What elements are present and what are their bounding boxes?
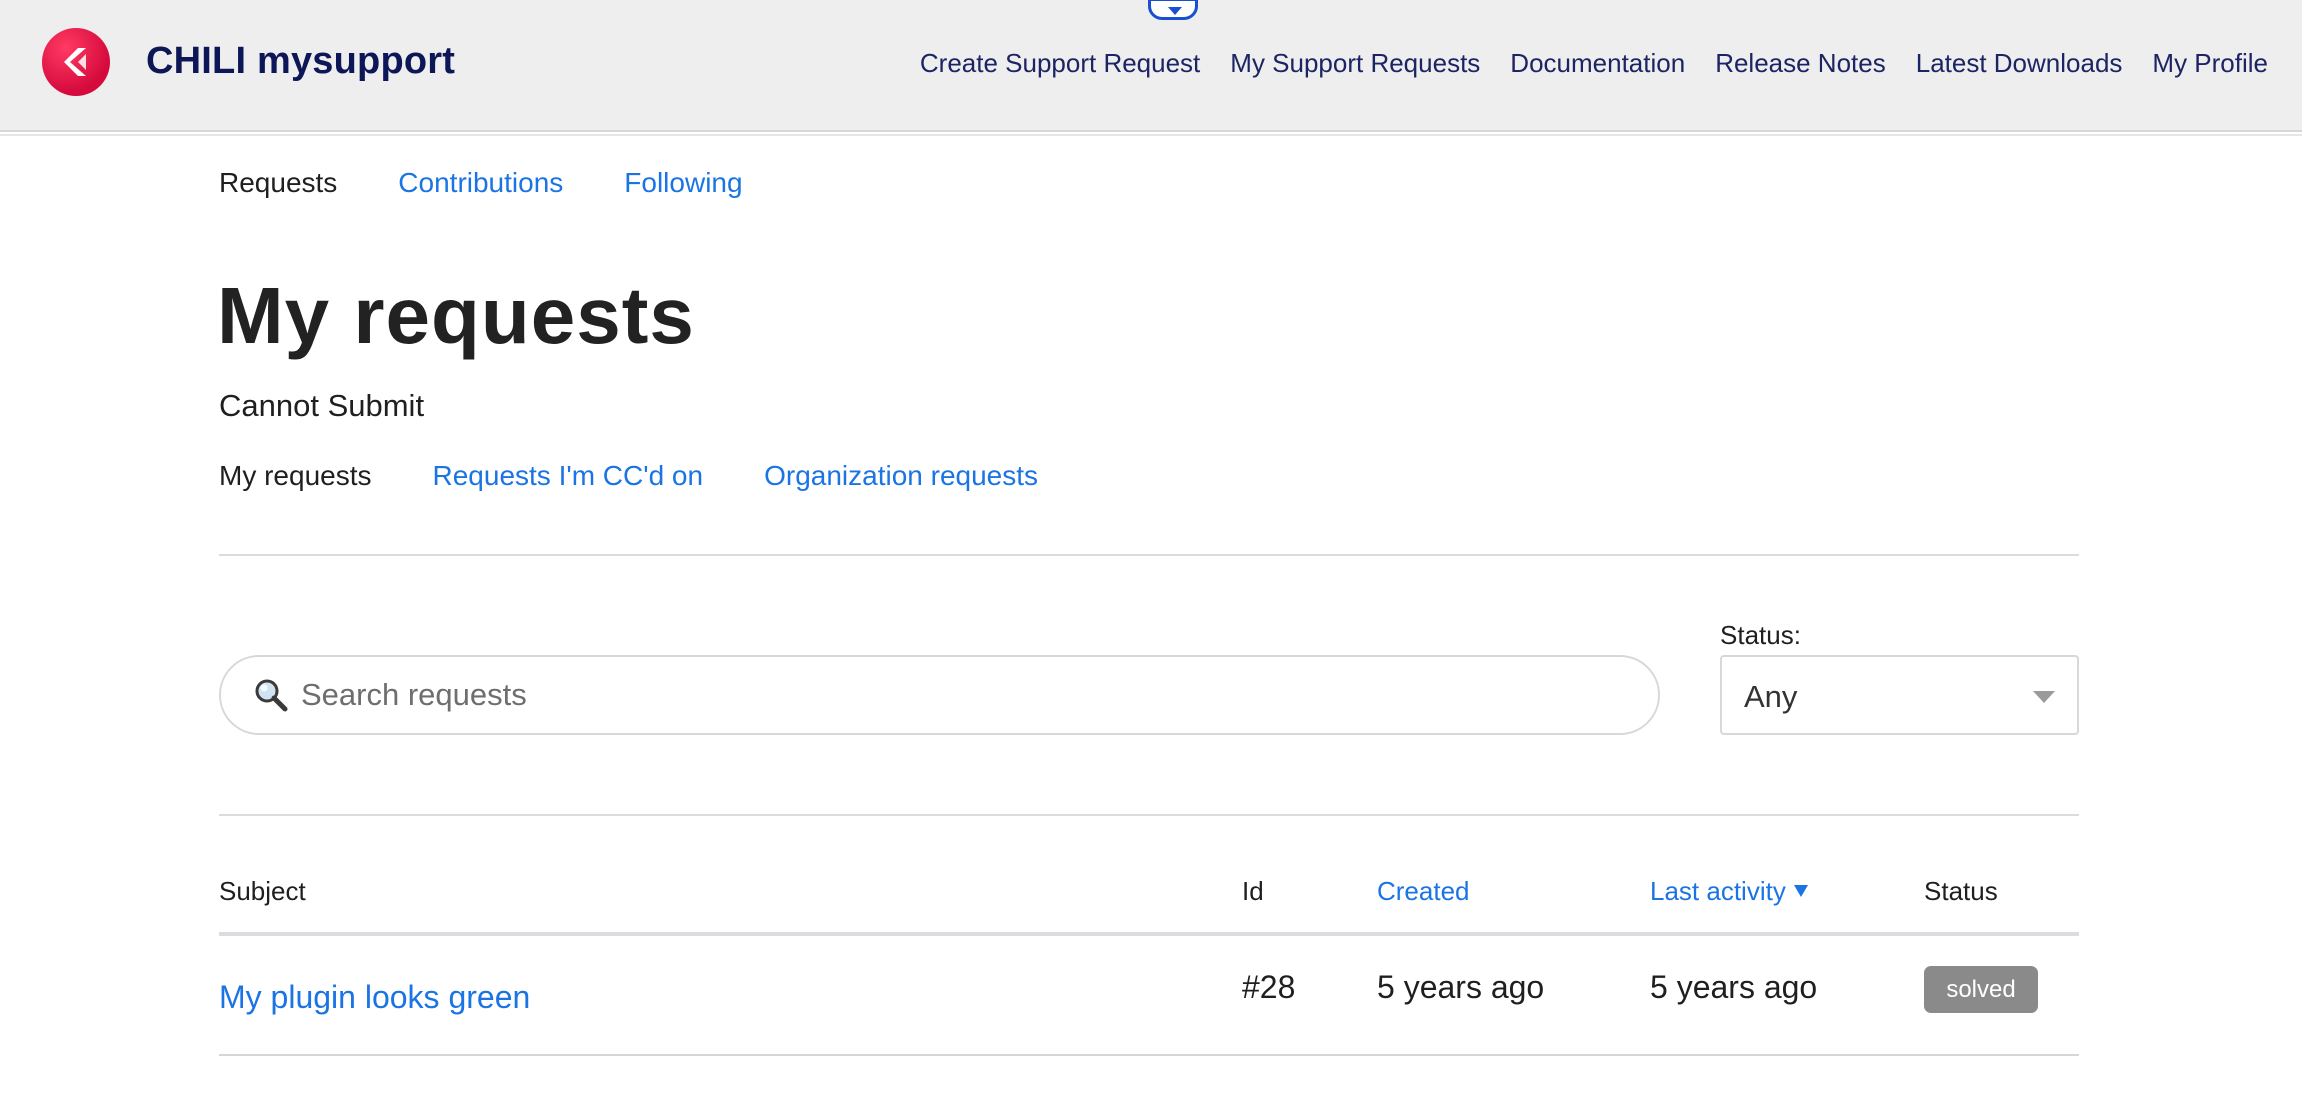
search-box[interactable] [219,655,1660,735]
subnav-following[interactable]: Following [624,167,742,199]
column-header-subject: Subject [219,876,306,906]
page-subtitle: Cannot Submit [219,388,425,423]
nav-documentation[interactable]: Documentation [1510,48,1685,79]
site-header: CHILI mysupport Create Support Request M… [0,0,2302,132]
request-created: 5 years ago [1377,969,1545,1005]
chevron-down-icon [1168,7,1182,15]
status-label: Status: [1720,620,1801,650]
header-divider [0,134,2302,136]
status-select-value: Any [1744,679,1798,714]
table-header-divider [219,932,2079,936]
collapse-toggle[interactable] [1148,0,1198,20]
nav-release-notes[interactable]: Release Notes [1715,48,1886,79]
request-filter-tabs: My requests Requests I'm CC'd on Organiz… [219,460,1038,492]
chevron-down-icon [2033,691,2055,703]
nav-my-profile[interactable]: My Profile [2152,48,2268,79]
magnifier-icon [255,679,288,712]
status-select[interactable]: Any [1720,655,2079,735]
chili-logo-mark-icon [64,48,86,76]
column-header-last-activity[interactable]: Last activity [1650,876,1808,907]
request-id: #28 [1242,969,1296,1005]
page-title: My requests [217,271,695,360]
request-subject-link[interactable]: My plugin looks green [219,979,530,1016]
subnav-requests: Requests [219,167,338,198]
column-header-id: Id [1242,876,1264,906]
tab-my-requests: My requests [219,460,372,491]
tab-cc-requests[interactable]: Requests I'm CC'd on [433,460,704,492]
brand-name[interactable]: CHILI mysupport [146,40,455,83]
section-divider [219,554,2079,556]
nav-latest-downloads[interactable]: Latest Downloads [1916,48,2123,79]
activity-subnav: Requests Contributions Following [219,167,743,199]
sort-desc-icon [1793,885,1808,897]
column-header-status: Status [1924,876,1998,906]
status-badge: solved [1924,966,2038,1013]
table-top-divider [219,814,2079,816]
nav-my-support-requests[interactable]: My Support Requests [1230,48,1480,79]
column-header-last-activity-label: Last activity [1650,876,1786,906]
request-last-activity: 5 years ago [1650,969,1818,1005]
tab-organization-requests[interactable]: Organization requests [764,460,1038,492]
top-nav: Create Support Request My Support Reques… [920,48,2268,79]
nav-create-support-request[interactable]: Create Support Request [920,48,1200,79]
subnav-contributions[interactable]: Contributions [398,167,563,199]
search-input[interactable] [301,671,1621,719]
chili-logo[interactable] [42,28,110,96]
table-row-divider [219,1054,2079,1056]
column-header-created[interactable]: Created [1377,876,1470,907]
